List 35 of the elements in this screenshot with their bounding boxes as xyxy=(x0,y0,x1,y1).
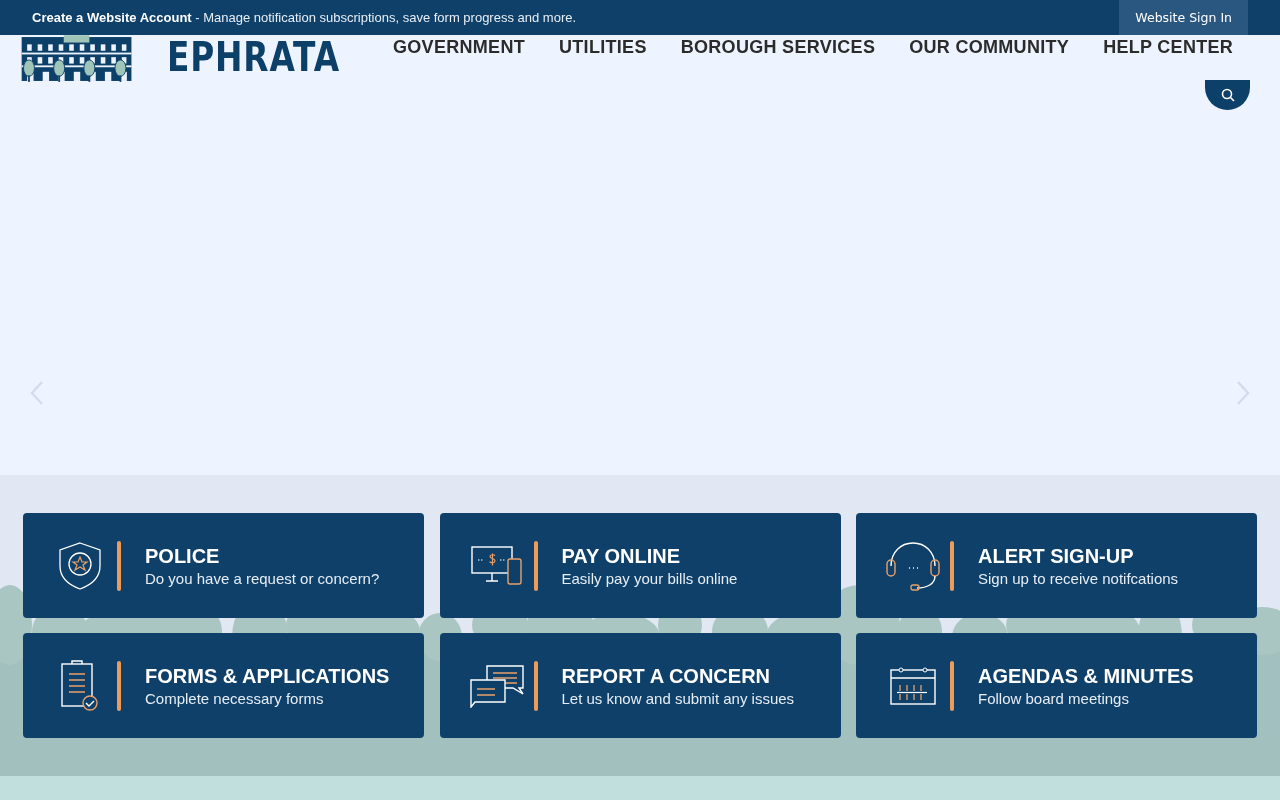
clipboard-check-icon xyxy=(60,659,100,712)
card-title: ALERT SIGN-UP xyxy=(978,544,1135,568)
account-message: Create a Website Account - Manage notification subscriptions, save form progress and more. xyxy=(32,10,577,25)
quick-link-card[interactable]: PAY ONLINE Easily pay your bills online xyxy=(439,513,841,618)
card-subtitle: Do you have a request or concern? xyxy=(145,569,380,587)
card-subtitle: Easily pay your bills online xyxy=(561,569,738,587)
nav-link[interactable]: BOROUGH SERVICES xyxy=(680,37,876,58)
card-title: PAY ONLINE xyxy=(561,544,682,568)
card-subtitle: Follow board meetings xyxy=(978,689,1130,707)
quick-link-card[interactable]: FORMS & APPLICATIONS Complete necessary forms xyxy=(23,633,424,738)
quick-link-card[interactable]: POLICE Do you have a request or concern? xyxy=(23,513,424,618)
site-logo[interactable]: EPHRATA xyxy=(167,35,341,79)
calendar-icon xyxy=(889,665,937,706)
sign-in-button[interactable]: Website Sign In xyxy=(1119,0,1248,35)
chat-bubbles-icon xyxy=(468,663,525,708)
nav-link[interactable]: GOVERNMENT xyxy=(393,37,525,58)
card-title: AGENDAS & MINUTES xyxy=(978,664,1194,688)
computer-phone-icon xyxy=(469,544,524,587)
card-title: FORMS & APPLICATIONS xyxy=(145,664,390,688)
card-title: POLICE xyxy=(145,544,221,568)
create-account-link[interactable]: Create a Website Account xyxy=(32,10,192,25)
card-subtitle: Sign up to receive notifcations xyxy=(978,569,1179,587)
search-button[interactable] xyxy=(1205,80,1250,110)
quick-link-card[interactable]: ALERT SIGN-UP Sign up to receive notifcations xyxy=(856,513,1257,618)
nav-link[interactable]: HELP CENTER xyxy=(1103,37,1234,58)
headset-icon xyxy=(885,539,941,592)
card-subtitle: Complete necessary forms xyxy=(145,689,325,707)
quick-link-card[interactable]: REPORT A CONCERN Let us know and submit any issues xyxy=(439,633,841,738)
quick-link-card[interactable]: AGENDAS & MINUTES Follow board meetings xyxy=(856,633,1257,738)
card-title: REPORT A CONCERN xyxy=(561,664,772,688)
nav-link[interactable]: UTILITIES xyxy=(559,37,647,58)
nav-link[interactable]: OUR COMMUNITY xyxy=(909,37,1070,58)
shield-star-icon xyxy=(57,540,103,591)
search-icon xyxy=(1219,87,1236,103)
card-subtitle: Let us know and submit any issues xyxy=(561,689,795,707)
